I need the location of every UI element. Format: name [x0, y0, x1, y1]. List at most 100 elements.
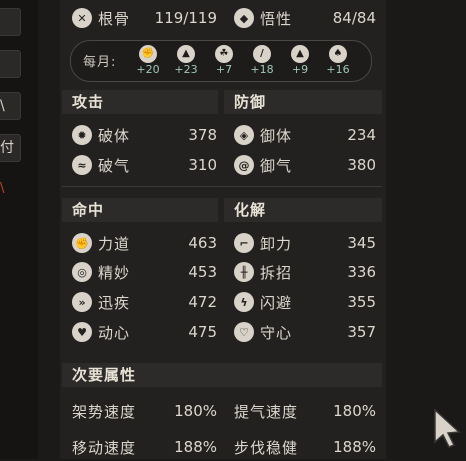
monthly-value: +20 [136, 63, 160, 76]
side-tab-2[interactable] [0, 50, 21, 78]
stat-value: 336 [347, 263, 376, 281]
fist-icon: ✊ [72, 233, 92, 253]
swirl-icon: @ [234, 155, 254, 175]
brush-icon: ♠ [329, 45, 347, 63]
heart-outline-icon: ♡ [234, 322, 254, 342]
side-tab-5[interactable]: \ [0, 176, 20, 202]
stat-label: 破体 [98, 126, 131, 145]
stat-value: 84/84 [332, 9, 376, 27]
side-tab-1[interactable] [0, 8, 21, 36]
bone-icon: ✕ [72, 8, 92, 28]
stat-row: @ 御气 380 [234, 151, 376, 179]
side-tab-3[interactable]: \ [0, 92, 21, 120]
stat-label: 御气 [260, 156, 293, 175]
monthly-item[interactable]: ▲ +9 [285, 45, 315, 76]
arm-icon: ⌐ [234, 233, 254, 253]
insight-icon: ◆ [234, 8, 254, 28]
cross-icon: ╫ [234, 262, 254, 282]
lightning-icon: ϟ [234, 292, 254, 312]
stat-row: ╫ 拆招 336 [234, 258, 376, 286]
stat-label: 动心 [98, 323, 131, 342]
secondary-header: 次要属性 [62, 363, 382, 387]
stat-label: 守心 [260, 323, 293, 342]
stat-value: 378 [188, 126, 217, 144]
stat-value: 188% [333, 438, 376, 456]
stat-value: 180% [333, 402, 376, 420]
stat-row: ≈ 破气 310 [72, 151, 217, 179]
stat-row: 步伐稳健 188% [234, 433, 376, 461]
monthly-label: 每月: [83, 55, 117, 70]
monthly-item[interactable]: ▲ +23 [171, 45, 201, 76]
stat-label: 悟性 [260, 9, 293, 28]
mountain-icon: ▲ [291, 45, 309, 63]
cursor-icon [432, 408, 462, 448]
stat-row: 提气速度 180% [234, 397, 376, 425]
stat-label: 迅疾 [98, 293, 131, 312]
stat-row: ✊ 力道 463 [72, 229, 217, 257]
monthly-item[interactable]: ♠ +16 [323, 45, 353, 76]
stat-value: 472 [188, 293, 217, 311]
stat-label: 御体 [260, 126, 293, 145]
stat-value: 180% [174, 402, 217, 420]
stat-insight: ◆ 悟性 84/84 [234, 4, 376, 32]
stat-label: 步伐稳健 [234, 438, 299, 457]
stat-label: 闪避 [260, 293, 293, 312]
stat-value: 463 [188, 234, 217, 252]
fist-icon: ✊ [139, 45, 157, 63]
stat-value: 475 [188, 323, 217, 341]
stat-row: ♥ 动心 475 [72, 318, 217, 346]
defense-header: 防御 [224, 90, 382, 114]
stat-label: 精妙 [98, 263, 131, 282]
monthly-item[interactable]: ✊ +20 [133, 45, 163, 76]
stat-row: ♡ 守心 357 [234, 318, 376, 346]
monthly-value: +16 [326, 63, 350, 76]
stat-value: 380 [347, 156, 376, 174]
stat-label: 移动速度 [72, 438, 137, 457]
divider [62, 186, 382, 187]
resolve-header: 化解 [224, 198, 382, 222]
stat-value: 453 [188, 263, 217, 281]
stat-row: » 迅疾 472 [72, 288, 217, 316]
stat-row: 架势速度 180% [72, 397, 217, 425]
agility-icon: ☘ [215, 45, 233, 63]
stat-row: ◈ 御体 234 [234, 121, 376, 149]
monthly-value: +7 [215, 63, 233, 76]
heart-icon: ♥ [72, 322, 92, 342]
stat-label: 破气 [98, 156, 131, 175]
stat-value: 357 [347, 323, 376, 341]
stat-label: 架势速度 [72, 402, 137, 421]
monthly-growth-bar: 每月: ✊ +20 ▲ +23 ☘ +7 / +18 ▲ +9 ♠ +16 [70, 40, 372, 82]
side-tab-4[interactable]: 付 [0, 134, 21, 162]
stat-value: 188% [174, 438, 217, 456]
stat-label: 卸力 [260, 234, 293, 253]
stat-row: ϟ 闪避 355 [234, 288, 376, 316]
eye-icon: ◎ [72, 262, 92, 282]
right-background [386, 0, 466, 459]
wing-icon: » [72, 292, 92, 312]
stat-value: 310 [188, 156, 217, 174]
hit-header: 命中 [62, 198, 218, 222]
monthly-item[interactable]: / +18 [247, 45, 277, 76]
shield-icon: ◈ [234, 125, 254, 145]
stat-value: 119/119 [154, 9, 217, 27]
strength-icon: ▲ [177, 45, 195, 63]
wind-icon: ≈ [72, 155, 92, 175]
stat-label: 力道 [98, 234, 131, 253]
monthly-value: +9 [291, 63, 309, 76]
stat-label: 提气速度 [234, 402, 299, 421]
stat-label: 根骨 [98, 9, 131, 28]
stat-row: ⌐ 卸力 345 [234, 229, 376, 257]
monthly-value: +18 [250, 63, 274, 76]
attack-header: 攻击 [62, 90, 218, 114]
left-sidebar: \ 付 \ [0, 0, 38, 459]
stat-row: 移动速度 188% [72, 433, 217, 461]
stat-value: 355 [347, 293, 376, 311]
monthly-item[interactable]: ☘ +7 [209, 45, 239, 76]
stat-bone: ✕ 根骨 119/119 [72, 4, 217, 32]
stat-label: 拆招 [260, 263, 293, 282]
monthly-value: +23 [174, 63, 198, 76]
stat-row: ✹ 破体 378 [72, 121, 217, 149]
fire-icon: ✹ [72, 125, 92, 145]
stat-row: ◎ 精妙 453 [72, 258, 217, 286]
stat-value: 234 [347, 126, 376, 144]
